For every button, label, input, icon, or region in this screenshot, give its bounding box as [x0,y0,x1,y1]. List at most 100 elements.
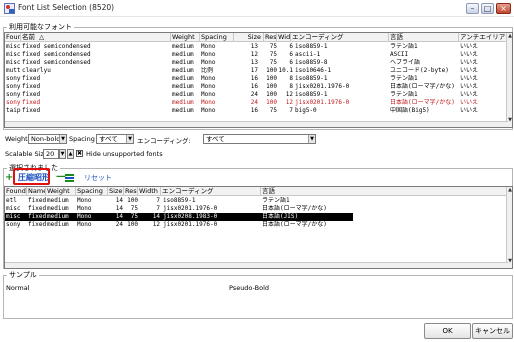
sel-col-header-name[interactable]: Name [27,187,46,196]
cell-size: 14 [115,213,123,220]
selected-horizontal-scrollbar[interactable] [5,262,508,268]
col-header-antialias[interactable]: アンチエイリアス [459,33,508,42]
close-button[interactable]: × [496,3,511,14]
col-header-size[interactable]: Size [234,33,264,42]
cell-size: 24 [250,91,258,98]
table-row[interactable]: taipeifixed medium Mono 16 75 7big5-0 中国語(Big5… [5,107,512,115]
close-icon: × [500,4,507,13]
cell-name: fixed [22,107,41,114]
col-header-language[interactable]: 言語 [389,33,459,42]
scroll-up-icon[interactable]: ▲ [507,187,512,193]
cell-size: 16 [250,107,258,114]
scroll-up-icon[interactable]: ▲ [507,33,512,39]
cell-width: 10.1 [278,67,293,74]
cancel-button[interactable]: キャンセル [472,323,513,339]
cell-width: 6 [289,43,293,50]
weight-filter-combo[interactable]: Non-bold ▼ [28,134,67,144]
cell-encoding: big5-0 [295,107,317,114]
title-bar[interactable]: Font List Selection (8520) – □ × [0,0,514,17]
table-row[interactable]: sony fixed medium Mono 24 100 12 iso8859-1 ラテン語1… [5,91,512,99]
cell-size: 16 [250,83,258,90]
cell-language: 日本語(ローマ字/かな) [390,99,455,106]
maximize-icon: □ [483,4,492,13]
col-header-width[interactable]: Widt [277,33,291,42]
scalable-size-up-button[interactable]: ▲ [67,149,74,159]
cell-width: 8 [289,75,293,82]
sel-col-header-weight[interactable]: Weight [46,187,76,196]
cell-language: 日本語(JIS) [262,213,299,220]
app-icon [4,3,15,14]
sel-col-header-foundry[interactable]: Foundry [5,187,27,196]
reset-button[interactable]: リセット [84,173,112,183]
sort-indicator-icon: △ [39,33,45,41]
col-header-name-label: 名前 [22,33,35,41]
maximize-button[interactable]: □ [481,3,494,14]
cell-width: 12 [285,91,293,98]
hide-unsupported-checkbox[interactable]: ✖ [76,150,83,157]
cell-encoding: jisx0208.1983-0 [163,213,218,220]
cell-spacing: 比例 [201,67,214,74]
table-row[interactable]: misc fixed medium Mono 14 75 7 jisx0201.1976-0 日… [5,205,512,213]
available-horizontal-scrollbar[interactable] [5,121,508,127]
available-vertical-scrollbar[interactable]: ▲ ▼ [506,33,512,127]
sel-col-header-width[interactable]: Width [138,187,161,196]
cell-weight: medium [172,51,194,58]
sel-col-header-spacing[interactable]: Spacing [76,187,108,196]
table-row[interactable]: misc fixed semicondensed medium Mono 13 75 6 is… [5,43,512,51]
cell-weight: medium [172,91,194,98]
table-row[interactable]: etl fixed medium Mono 14 100 7 iso8859-1 ラテン語1 [5,197,512,205]
cell-width: 8 [289,83,293,90]
table-row[interactable]: sony fixed medium Mono 24 100 12 jisx0201.1976-… [5,99,512,107]
table-row[interactable]: mutt clearlyu medium 比例 17 100 10.1 iso10646-1 ユ… [5,67,512,75]
cell-width: 6 [289,59,293,66]
col-header-weight[interactable]: Weight [171,33,200,42]
minimize-button[interactable]: – [466,3,479,14]
available-fonts-table[interactable]: Foundr 名前 △ Weight Spacing Size Res Widt… [4,32,513,128]
cell-foundry: sony [6,83,21,90]
cell-name: fixed [22,83,41,90]
cell-weight: medium [47,213,69,220]
cell-language: ヘブライ語 [390,59,421,66]
sel-col-header-language[interactable]: 言語 [261,187,508,196]
selected-fonts-table[interactable]: Foundry Name Weight Spacing Size Res Wid… [4,186,513,269]
cell-antialias: いいえ [460,91,479,98]
ok-button[interactable]: OK [424,323,471,339]
cell-res: 75 [130,213,138,220]
scalable-size-value: 20 [46,150,55,158]
cell-language: ユニコード(2-byte) [390,67,449,74]
sel-col-header-res[interactable]: Res [124,187,138,196]
cell-foundry: mutt [6,67,21,74]
sel-col-header-encoding[interactable]: エンコーディング [161,187,261,196]
col-header-name[interactable]: 名前 △ [21,33,171,42]
cell-spacing: Mono [201,59,216,66]
encoding-filter-combo[interactable]: すべて ▼ [203,134,316,144]
encoding-filter-label: エンコーディング: [137,137,191,145]
cell-spacing: Mono [201,83,216,90]
cell-antialias: いいえ [460,75,479,82]
scalable-size-down-button[interactable]: ▼ [59,149,66,159]
cell-encoding: jisx0201.1976-0 [295,83,350,90]
col-header-foundry[interactable]: Foundr [5,33,21,42]
table-row[interactable]: sony fixed medium Mono 16 100 8 jisx0201.1976-0… [5,83,512,91]
cell-encoding: jisx0201.1976-0 [163,221,218,228]
selected-vertical-scrollbar[interactable]: ▲ ▼ [506,187,512,268]
cell-foundry: misc [6,213,21,220]
table-row[interactable]: sony fixed medium Mono 24 100 12 jisx0201.1976-… [5,221,512,229]
scalable-size-field[interactable]: 20 [43,149,59,159]
cell-name: fixed semicondensed [22,51,91,58]
col-header-res[interactable]: Res [264,33,277,42]
table-row[interactable]: misc fixed medium Mono 14 75 14 jisx0208.1983-0… [5,213,353,221]
cell-foundry: sony [6,75,21,82]
table-row[interactable]: sony fixed medium Mono 16 100 8 iso8859-1 ラテン語1 い… [5,75,512,83]
table-row[interactable]: misc fixed semicondensed medium Mono 12 75 6 as… [5,51,512,59]
table-row[interactable]: misc fixed semicondensed medium Mono 13 75 6 is… [5,59,512,67]
col-header-spacing[interactable]: Spacing [200,33,234,42]
cell-weight: medium [172,43,194,50]
sel-col-header-size[interactable]: Size [108,187,124,196]
cell-encoding: jisx0201.1976-0 [295,99,350,106]
spacing-filter-combo[interactable]: すべて ▼ [96,134,134,144]
list-icon[interactable] [65,174,74,182]
cell-size: 24 [250,99,258,106]
col-header-encoding[interactable]: エンコーディング [291,33,389,42]
cell-res: 75 [269,107,277,114]
